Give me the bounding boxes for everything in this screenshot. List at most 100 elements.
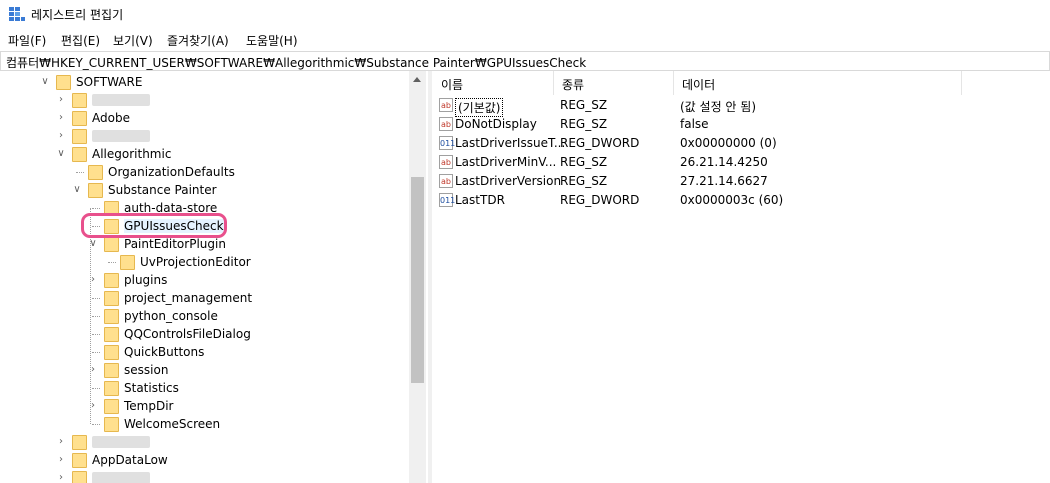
tree-item-label: WelcomeScreen: [124, 417, 221, 431]
tree-item[interactable]: › plugins: [0, 271, 408, 289]
value-name: LastDriverVersion: [455, 174, 562, 188]
folder-icon: [72, 435, 87, 450]
tree-item-label: OrganizationDefaults: [108, 165, 235, 179]
folder-icon: [104, 345, 119, 360]
value-data: 27.21.14.6627: [680, 174, 768, 188]
value-row[interactable]: 011 LastDriverIssueT... REG_DWORD 0x0000000…: [433, 134, 1050, 153]
chevron-down-icon[interactable]: ∨: [72, 185, 82, 195]
redacted-label: [92, 94, 150, 106]
scrollbar-thumb[interactable]: [411, 177, 424, 383]
chevron-down-icon[interactable]: ∨: [40, 77, 50, 87]
menu-file[interactable]: 파일(F): [8, 32, 46, 49]
binary-value-icon: 011: [439, 136, 455, 150]
tree-item-label: PaintEditorPlugin: [124, 237, 226, 251]
tree-item[interactable]: QuickButtons: [0, 343, 408, 361]
tree-connector: [92, 424, 100, 425]
chevron-right-icon[interactable]: ›: [56, 113, 66, 123]
tree-item-hidden[interactable]: ›: [0, 433, 408, 451]
folder-icon: [104, 237, 119, 252]
chevron-right-icon[interactable]: ›: [56, 131, 66, 141]
value-type: REG_DWORD: [560, 193, 640, 207]
menu-bar: 파일(F) 편집(E) 보기(V) 즐겨찾기(A) 도움말(H): [0, 30, 1050, 50]
value-name: DoNotDisplay: [455, 117, 537, 131]
redacted-label: [92, 472, 150, 483]
binary-value-icon: 011: [439, 193, 455, 207]
tree-item[interactable]: ∨ SOFTWARE: [0, 73, 408, 91]
column-header-type[interactable]: 종류: [554, 71, 674, 95]
menu-edit[interactable]: 편집(E): [61, 32, 100, 49]
folder-icon: [88, 183, 103, 198]
value-type: REG_SZ: [560, 155, 608, 169]
folder-icon: [72, 147, 87, 162]
address-bar[interactable]: 컴퓨터₩HKEY_CURRENT_USER₩SOFTWARE₩Allegorit…: [0, 51, 1050, 71]
column-header-data[interactable]: 데이터: [674, 71, 962, 95]
value-name: LastTDR: [455, 193, 505, 207]
chevron-right-icon[interactable]: ›: [56, 437, 66, 447]
tree-item[interactable]: UvProjectionEditor: [0, 253, 408, 271]
string-value-icon: ab: [439, 174, 453, 188]
value-row[interactable]: ab LastDriverVersion REG_SZ 27.21.14.6627: [433, 172, 1050, 191]
tree-item-hidden[interactable]: ›: [0, 91, 408, 109]
value-name: LastDriverMinV...: [455, 155, 557, 169]
string-value-icon: ab: [439, 117, 453, 131]
tree-item-label: SOFTWARE: [76, 75, 143, 89]
value-type: REG_SZ: [560, 174, 608, 188]
chevron-right-icon[interactable]: ›: [56, 95, 66, 105]
redacted-label: [92, 436, 150, 448]
folder-icon: [120, 255, 135, 270]
tree-connector: [92, 208, 100, 209]
tree-item[interactable]: OrganizationDefaults: [0, 163, 408, 181]
tree-connector: [92, 388, 100, 389]
folder-icon: [104, 417, 119, 432]
tree-item[interactable]: › session: [0, 361, 408, 379]
tree-item-hidden[interactable]: ›: [0, 469, 408, 483]
value-data: 0x0000003c (60): [680, 193, 784, 207]
tree-item[interactable]: ∨ Allegorithmic: [0, 145, 408, 163]
chevron-right-icon[interactable]: ›: [56, 455, 66, 465]
column-header-name[interactable]: 이름: [433, 71, 554, 95]
tree-item-label: Substance Painter: [108, 183, 217, 197]
pane-splitter[interactable]: [428, 71, 432, 483]
tree-item-hidden[interactable]: ›: [0, 127, 408, 145]
tree-connector: [92, 316, 100, 317]
tree-connector: [92, 352, 100, 353]
tree-item[interactable]: ∨ Substance Painter: [0, 181, 408, 199]
chevron-right-icon[interactable]: ›: [56, 473, 66, 483]
tree-item[interactable]: python_console: [0, 307, 408, 325]
values-list[interactable]: 이름 종류 데이터 ab (기본값) REG_SZ (값 설정 안 됨) ab DoNot…: [433, 71, 1050, 483]
value-data: 0x00000000 (0): [680, 136, 777, 150]
highlight-annotation: [81, 213, 227, 238]
folder-icon: [56, 75, 71, 90]
folder-icon: [104, 291, 119, 306]
tree-item[interactable]: WelcomeScreen: [0, 415, 408, 433]
tree-item[interactable]: › TempDir: [0, 397, 408, 415]
menu-help[interactable]: 도움말(H): [246, 32, 298, 49]
tree-item-label: Adobe: [92, 111, 130, 125]
key-tree[interactable]: ∨ SOFTWARE › › Adobe › ∨ Allegorithmic Organizat…: [0, 71, 426, 483]
window-title: 레지스트리 편집기: [31, 8, 124, 22]
value-row[interactable]: ab DoNotDisplay REG_SZ false: [433, 115, 1050, 134]
tree-item-label: AppDataLow: [92, 453, 168, 467]
menu-favorites[interactable]: 즐겨찾기(A): [167, 32, 229, 49]
folder-icon: [88, 165, 103, 180]
value-row[interactable]: ab LastDriverMinV... REG_SZ 26.21.14.4250: [433, 153, 1050, 172]
folder-icon: [104, 327, 119, 342]
chevron-down-icon[interactable]: ∨: [56, 149, 66, 159]
tree-item-label: QQControlsFileDialog: [124, 327, 251, 341]
scroll-up-icon[interactable]: [413, 77, 421, 82]
registry-editor-icon: [9, 7, 25, 21]
value-row[interactable]: ab (기본값) REG_SZ (값 설정 안 됨): [433, 96, 1050, 117]
tree-item[interactable]: QQControlsFileDialog: [0, 325, 408, 343]
string-value-icon: ab: [439, 155, 453, 169]
tree-item[interactable]: › AppDataLow: [0, 451, 408, 469]
tree-item[interactable]: project_management: [0, 289, 408, 307]
folder-icon: [72, 129, 87, 144]
tree-item-label: QuickButtons: [124, 345, 205, 359]
tree-scrollbar[interactable]: [409, 71, 426, 483]
menu-view[interactable]: 보기(V): [113, 32, 153, 49]
tree-item[interactable]: Statistics: [0, 379, 408, 397]
address-path[interactable]: 컴퓨터₩HKEY_CURRENT_USER₩SOFTWARE₩Allegorit…: [6, 54, 586, 71]
tree-connector: [108, 262, 116, 263]
tree-item[interactable]: › Adobe: [0, 109, 408, 127]
value-row[interactable]: 011 LastTDR REG_DWORD 0x0000003c (60): [433, 191, 1050, 210]
